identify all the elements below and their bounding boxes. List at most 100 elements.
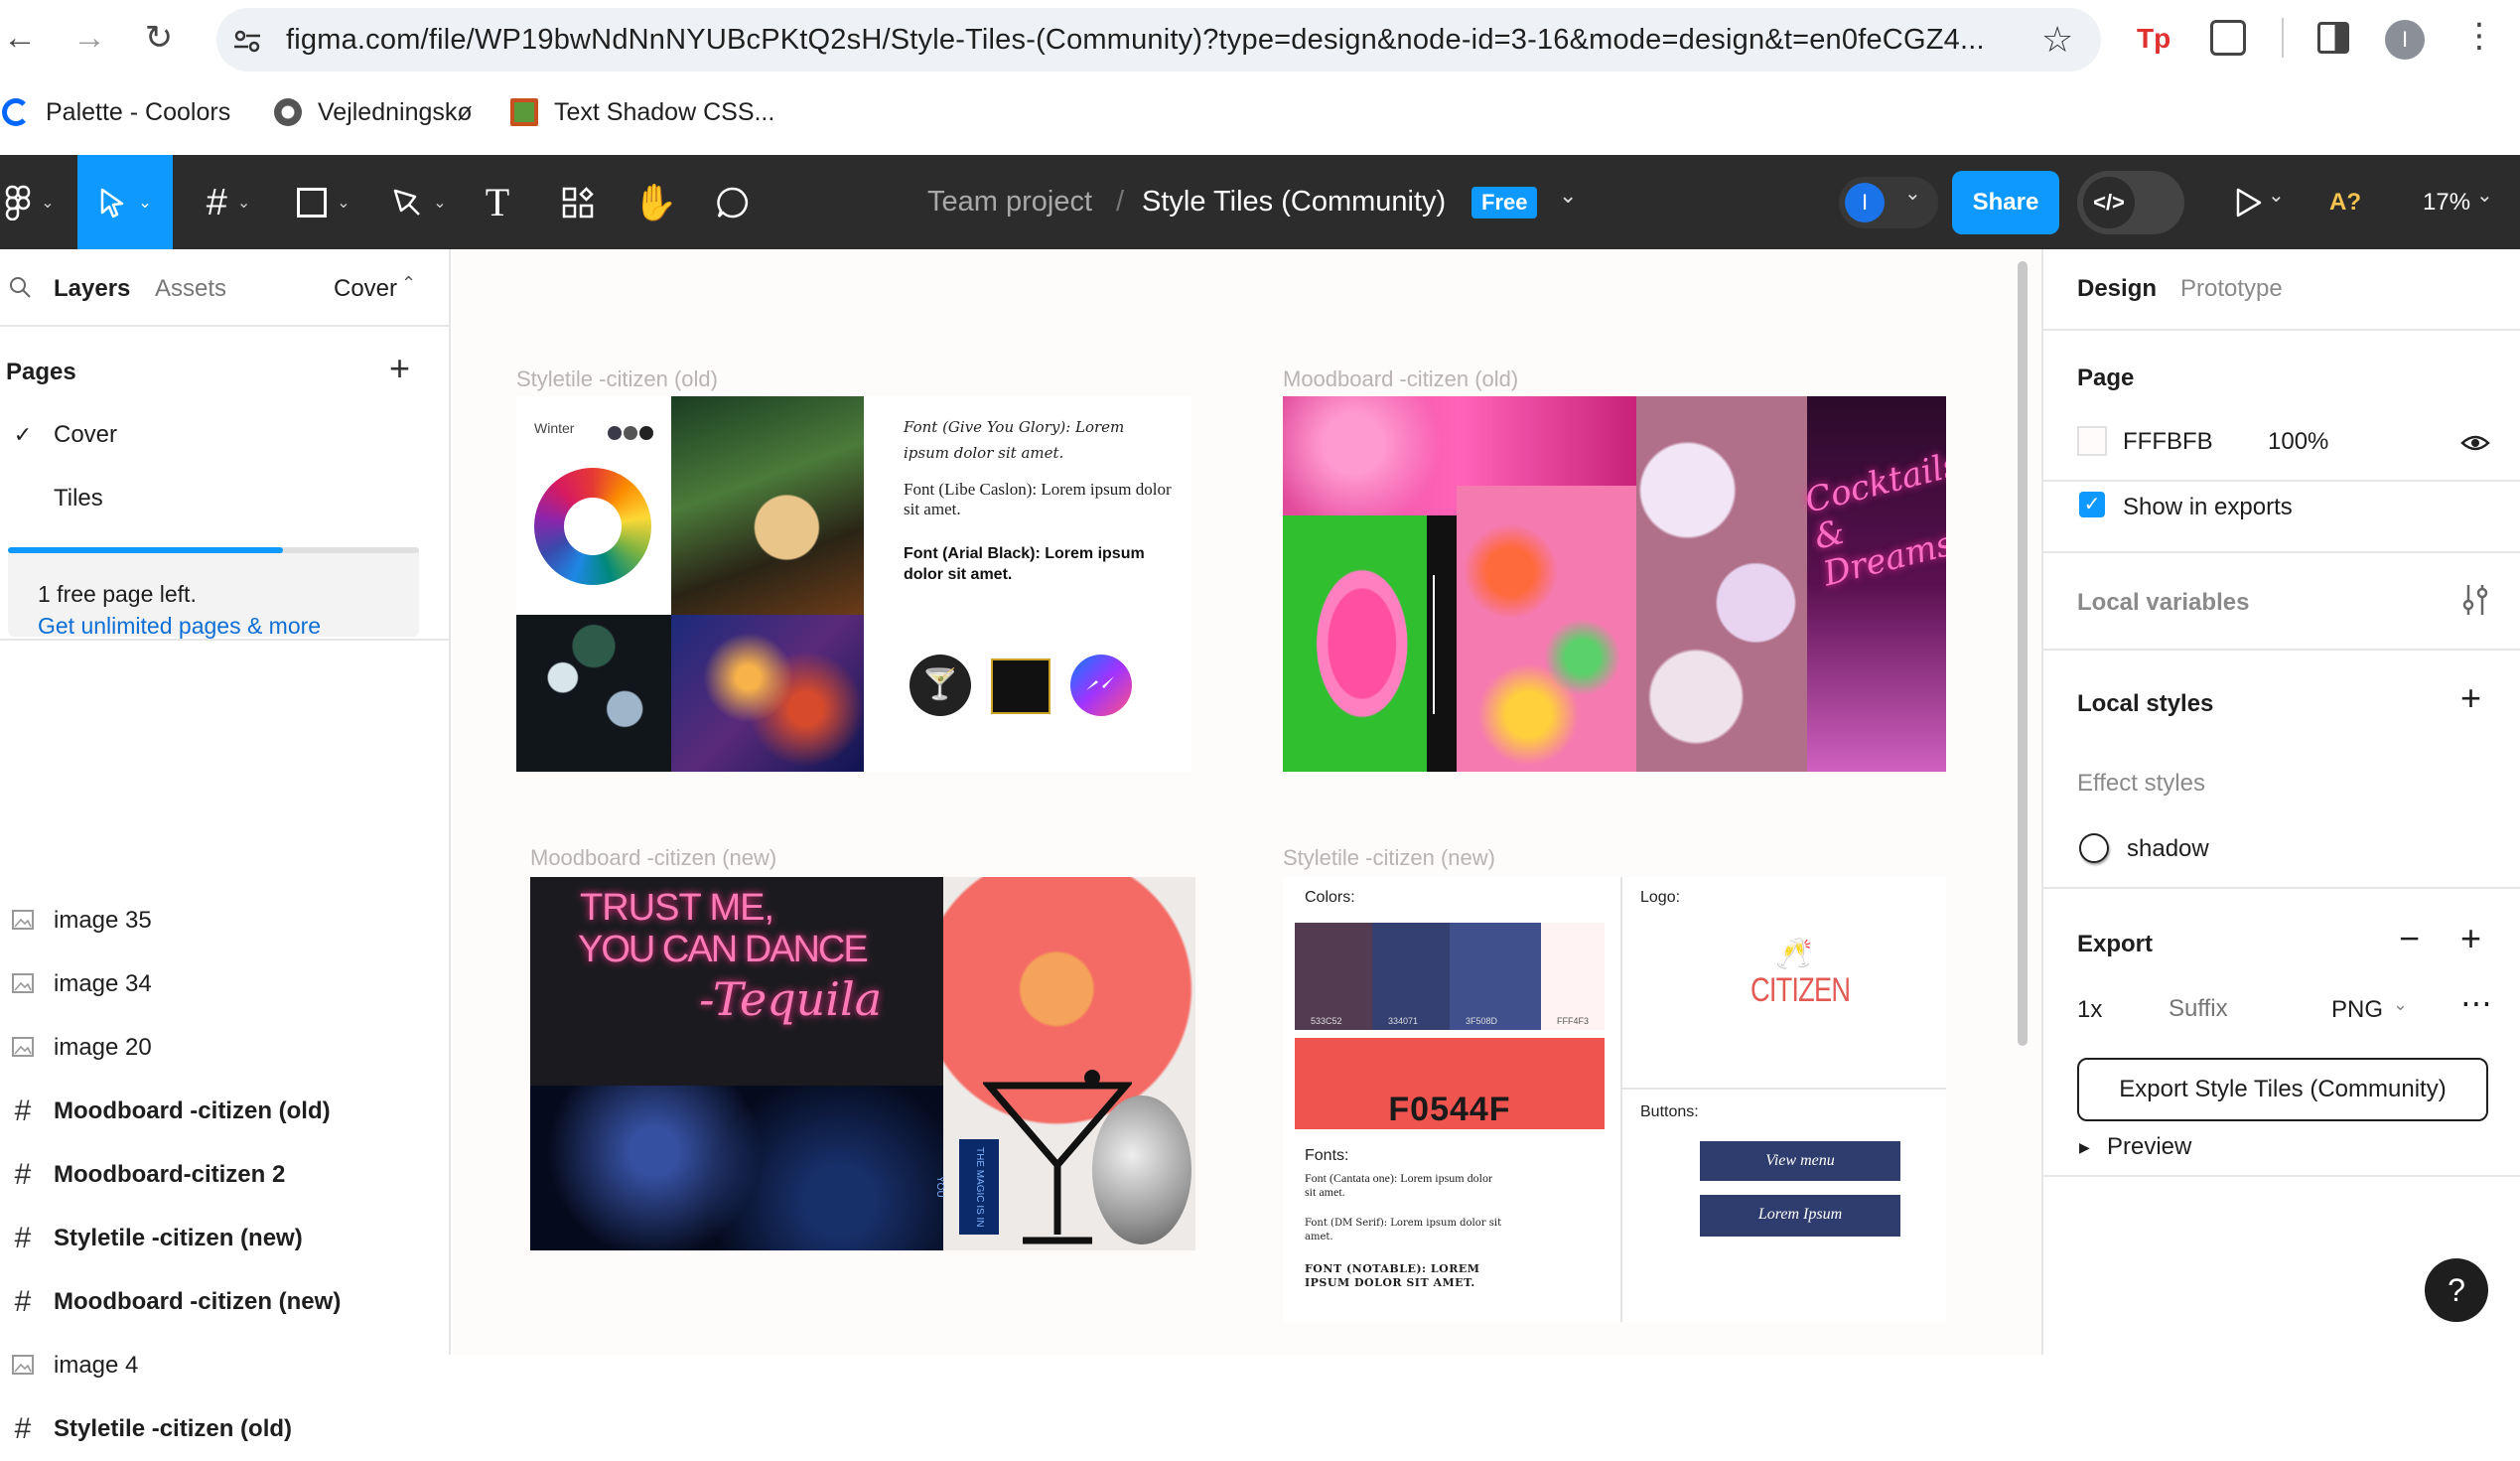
frame-styletile-new[interactable]: Colors: 533C52 334071 3F508D FFF4F3 F054… <box>1283 877 1946 1322</box>
share-button[interactable]: Share <box>1952 171 2059 234</box>
chevron-down-icon[interactable]: ⌄ <box>2268 183 2285 208</box>
frame-tool-button[interactable]: # ⌄ <box>189 155 268 249</box>
layer-item[interactable]: image 4 <box>0 1334 451 1397</box>
buttons-heading: Buttons: <box>1640 1103 1699 1120</box>
neon-cocktails-text: Cocktails & Dreams <box>1800 444 1946 595</box>
export-suffix-input[interactable] <box>2169 986 2308 1032</box>
eye-icon[interactable] <box>2460 428 2490 458</box>
tab-design[interactable]: Design <box>2077 275 2157 303</box>
chevron-up-icon[interactable]: ⌃ <box>401 273 416 294</box>
add-export-icon[interactable]: + <box>2460 919 2481 958</box>
export-format[interactable]: PNG <box>2331 996 2383 1024</box>
browser-menu-icon[interactable]: ⋮ <box>2462 16 2496 56</box>
chevron-down-icon[interactable]: ⌄ <box>2393 994 2408 1015</box>
layer-item[interactable]: image 34 <box>0 952 451 1016</box>
layer-item[interactable]: image 20 <box>0 1016 451 1080</box>
shape-tool-button[interactable]: ⌄ <box>284 155 363 249</box>
export-scale[interactable]: 1x <box>2077 996 2102 1024</box>
bookmark-coolors[interactable]: Palette - Coolors <box>2 97 230 127</box>
layer-item[interactable]: # Moodboard -citizen (old) <box>0 1080 451 1143</box>
chevron-down-icon[interactable]: ⌄ <box>2476 183 2493 208</box>
page-item-cover[interactable]: ✓ Cover <box>0 403 451 467</box>
bg-opacity-value[interactable]: 100% <box>2268 428 2328 456</box>
frame-styletile-old[interactable]: Winter Font (Give You Glory): Lorem ipsu… <box>516 396 1191 772</box>
text-shadow-icon <box>510 98 538 126</box>
effect-style-shadow[interactable]: shadow <box>2127 835 2209 863</box>
accessibility-label[interactable]: A? <box>2329 155 2361 249</box>
image-icon <box>10 971 36 997</box>
more-options-icon[interactable]: ⋯ <box>2460 984 2494 1022</box>
layer-item[interactable]: image 35 <box>0 889 451 952</box>
bg-hex-value[interactable]: FFFBFB <box>2123 428 2213 456</box>
remove-export-icon[interactable]: − <box>2399 919 2420 958</box>
dev-mode-toggle[interactable]: </> <box>2077 171 2184 234</box>
show-in-exports-checkbox[interactable]: ✓ <box>2079 492 2105 517</box>
neon-sign-photo: Cocktails & Dreams <box>1801 396 1946 772</box>
search-icon[interactable] <box>8 275 32 299</box>
main-menu-button[interactable]: ⌄ <box>0 155 60 249</box>
export-button[interactable]: Export Style Tiles (Community) <box>2077 1058 2488 1121</box>
pen-tool-button[interactable]: ⌄ <box>379 155 459 249</box>
upsell-link[interactable]: Get unlimited pages & more <box>38 613 321 640</box>
extension-tp-icon[interactable]: Tp <box>2137 22 2170 56</box>
swatch-label: 3F508D <box>1466 1016 1498 1026</box>
add-page-icon[interactable]: + <box>389 349 410 388</box>
canvas-scrollbar[interactable] <box>2018 261 2028 1046</box>
layer-item[interactable]: # Styletile -citizen (old) <box>0 1397 451 1461</box>
address-bar[interactable]: figma.com/file/WP19bwNdNnNYUBcPKtQ2sH/St… <box>216 8 2101 72</box>
multiplayer-avatars[interactable]: I ⌄ <box>1839 177 1938 228</box>
help-button[interactable]: ? <box>2425 1258 2488 1322</box>
shadow-style-icon <box>2079 833 2109 863</box>
local-variables-label[interactable]: Local variables <box>2077 589 2249 617</box>
layer-item[interactable]: # Moodboard-citizen 2 <box>0 1143 451 1207</box>
upsell-box: 1 free page left. Get unlimited pages & … <box>8 547 419 640</box>
site-settings-icon[interactable] <box>230 24 264 58</box>
page-selector[interactable]: Cover <box>334 275 397 303</box>
tab-prototype[interactable]: Prototype <box>2180 275 2283 303</box>
file-menu-chevron-icon[interactable]: ⌄ <box>1559 183 1577 209</box>
bg-color-swatch[interactable] <box>2077 426 2107 456</box>
move-tool-button[interactable]: ⌄ <box>77 155 173 249</box>
frame-label[interactable]: Styletile -citizen (old) <box>516 366 718 392</box>
plan-badge: Free <box>1471 187 1538 219</box>
color-wheel-image: Winter <box>516 396 671 615</box>
bookmark-vejledningsko[interactable]: Vejledningskø <box>274 97 473 127</box>
bookmark-text-shadow[interactable]: Text Shadow CSS... <box>510 97 774 127</box>
tab-assets[interactable]: Assets <box>155 275 226 303</box>
variables-adjust-icon[interactable] <box>2460 583 2490 617</box>
figma-logo-icon <box>6 185 31 220</box>
back-icon[interactable]: ← <box>0 18 40 58</box>
forward-icon[interactable]: → <box>70 18 109 58</box>
reload-icon[interactable]: ↻ <box>139 18 179 58</box>
tab-layers[interactable]: Layers <box>54 275 130 303</box>
comment-tool-button[interactable] <box>707 155 759 249</box>
hand-tool-button[interactable]: ✋ <box>630 155 681 249</box>
bookmark-star-icon[interactable]: ☆ <box>2041 20 2073 60</box>
frame-icon: # <box>14 1222 32 1254</box>
font-sample-give-you-glory: Font (Give You Glory): Lorem ipsum dolor… <box>904 418 1125 462</box>
extensions-puzzle-icon[interactable] <box>2210 20 2246 56</box>
profile-avatar[interactable]: I <box>2385 20 2425 60</box>
breadcrumb-project[interactable]: Team project <box>927 155 1092 249</box>
add-style-icon[interactable]: + <box>2460 678 2481 718</box>
font-sample-notable: FONT (NOTABLE): LOREM IPSUM DOLOR SIT AM… <box>1305 1262 1480 1289</box>
preview-toggle[interactable]: Preview <box>2107 1133 2191 1161</box>
logo-text: CITIZEN <box>1750 971 1851 1009</box>
canvas[interactable]: Styletile -citizen (old) Winter Font (Gi… <box>453 249 2041 1355</box>
page-item-tiles[interactable]: Tiles <box>0 467 451 530</box>
frame-label[interactable]: Styletile -citizen (new) <box>1283 845 1495 871</box>
layer-item[interactable]: # Moodboard -citizen (new) <box>0 1270 451 1334</box>
triangle-right-icon[interactable]: ▶ <box>2079 1139 2090 1156</box>
text-tool-button[interactable]: T <box>475 155 520 249</box>
zoom-level[interactable]: 17% <box>2423 155 2470 249</box>
present-button[interactable] <box>2230 185 2266 220</box>
frame-label[interactable]: Moodboard -citizen (old) <box>1283 366 1518 392</box>
resources-button[interactable] <box>552 155 604 249</box>
side-panel-icon[interactable] <box>2317 22 2349 54</box>
frame-label[interactable]: Moodboard -citizen (new) <box>530 845 776 871</box>
frame-moodboard-old[interactable]: Cocktails & Dreams <box>1283 396 1946 772</box>
file-title[interactable]: Style Tiles (Community) <box>1142 155 1446 249</box>
frame-moodboard-new[interactable]: TRUST ME, YOU CAN DANCE -Tequila THE MAG… <box>530 877 1195 1250</box>
swatch-label: 334071 <box>1388 1016 1419 1026</box>
layer-item[interactable]: # Styletile -citizen (new) <box>0 1207 451 1270</box>
